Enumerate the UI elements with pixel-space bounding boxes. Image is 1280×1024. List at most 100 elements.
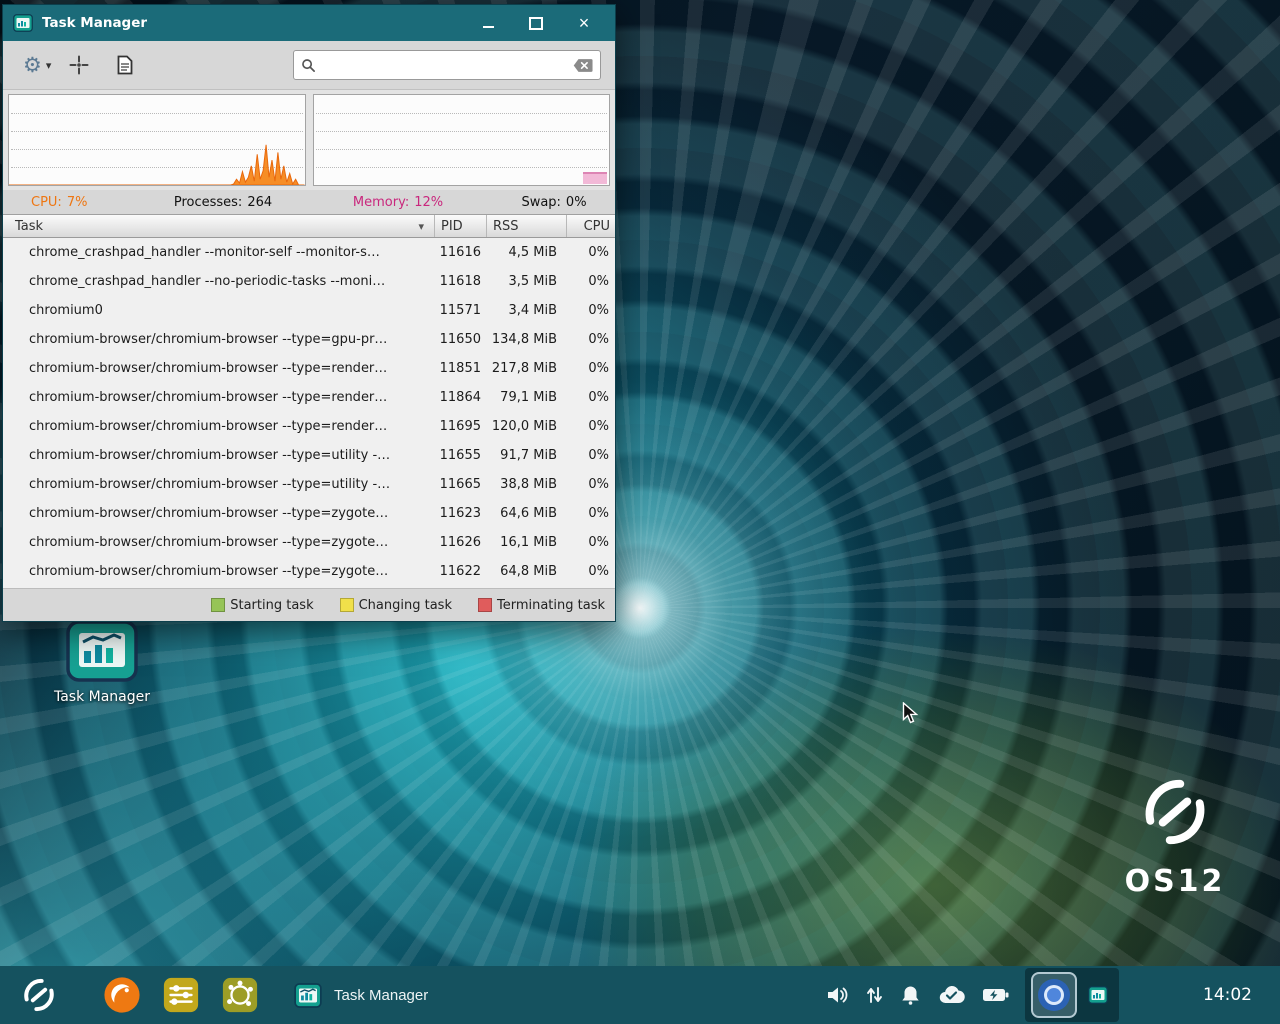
swap-status: Swap:0% <box>493 195 615 210</box>
task-row[interactable]: chromium0 11571 3,4 MiB 0% <box>3 296 615 325</box>
rss-cell: 4,5 MiB <box>487 238 567 267</box>
search-clear-button[interactable] <box>573 58 593 73</box>
system-tray <box>825 984 1009 1006</box>
task-cell: chromium-browser/chromium-browser --type… <box>3 325 435 354</box>
column-header-pid[interactable]: PID <box>435 215 487 237</box>
task-row[interactable]: chromium-browser/chromium-browser --type… <box>3 470 615 499</box>
bell-icon <box>900 984 921 1006</box>
task-row[interactable]: chromium-browser/chromium-browser --type… <box>3 528 615 557</box>
process-details-button[interactable] <box>115 53 135 77</box>
task-manager-icon <box>65 620 139 682</box>
cpu-cell: 0% <box>567 383 615 412</box>
task-cell: chromium-browser/chromium-browser --type… <box>3 499 435 528</box>
cpu-cell: 0% <box>567 267 615 296</box>
pid-cell: 11616 <box>435 238 487 267</box>
task-row[interactable]: chromium-browser/chromium-browser --type… <box>3 354 615 383</box>
maximize-button[interactable] <box>523 12 549 34</box>
os-logo-watermark: OS12 <box>1100 768 1250 899</box>
legend-changing-task: Changing task <box>340 598 452 613</box>
rss-cell: 38,8 MiB <box>487 470 567 499</box>
sliders-icon <box>162 976 200 1014</box>
tray-window-group <box>1025 968 1119 1022</box>
task-manager-icon <box>1088 986 1108 1004</box>
launcher-settings-button[interactable] <box>220 975 260 1015</box>
column-header-cpu[interactable]: CPU <box>567 215 615 237</box>
rss-cell: 3,5 MiB <box>487 267 567 296</box>
settings-button[interactable]: ⚙ <box>21 53 44 78</box>
window-titlebar[interactable]: Task Manager × <box>3 5 615 41</box>
minimize-icon <box>483 26 494 28</box>
pid-cell: 11665 <box>435 470 487 499</box>
rss-cell: 217,8 MiB <box>487 354 567 383</box>
cloud-sync-button[interactable] <box>938 985 965 1005</box>
processes-status: Processes:264 <box>143 195 303 210</box>
pid-cell: 11626 <box>435 528 487 557</box>
network-traffic-button[interactable] <box>866 985 883 1005</box>
legend: Starting task Changing task Terminating … <box>3 588 615 621</box>
volume-button[interactable] <box>825 984 849 1006</box>
chevron-down-icon: ▾ <box>46 59 52 72</box>
desktop-icon-label: Task Manager <box>54 689 150 705</box>
launcher-browser-button[interactable] <box>102 975 142 1015</box>
notifications-button[interactable] <box>900 984 921 1006</box>
status-bar: CPU:7% Processes:264 Memory:12% Swap:0% <box>3 190 615 214</box>
terminating-task-swatch <box>478 598 492 612</box>
task-row[interactable]: chrome_crashpad_handler --monitor-self -… <box>3 238 615 267</box>
task-row[interactable]: chromium-browser/chromium-browser --type… <box>3 325 615 354</box>
task-cell: chrome_crashpad_handler --no-periodic-ta… <box>3 267 435 296</box>
changing-task-swatch <box>340 598 354 612</box>
close-button[interactable]: × <box>571 12 597 34</box>
taskbar-window-button[interactable]: Task Manager <box>294 983 428 1008</box>
task-cell: chromium-browser/chromium-browser --type… <box>3 354 435 383</box>
rss-cell: 79,1 MiB <box>487 383 567 412</box>
os-watermark-text: OS12 <box>1100 864 1250 899</box>
task-row[interactable]: chromium-browser/chromium-browser --type… <box>3 383 615 412</box>
cpu-status: CPU:7% <box>3 195 143 210</box>
task-cell: chromium-browser/chromium-browser --type… <box>3 470 435 499</box>
column-header-rss[interactable]: RSS <box>487 215 567 237</box>
cpu-cell: 0% <box>567 325 615 354</box>
cpu-cell: 0% <box>567 441 615 470</box>
task-manager-tray-button[interactable] <box>1083 977 1113 1013</box>
chromium-tray-button[interactable] <box>1031 972 1077 1018</box>
task-row[interactable]: chromium-browser/chromium-browser --type… <box>3 499 615 528</box>
search-input[interactable] <box>322 57 567 74</box>
cpu-cell: 0% <box>567 557 615 586</box>
minimize-button[interactable] <box>475 12 501 34</box>
cpu-cell: 0% <box>567 528 615 557</box>
search-field[interactable] <box>293 50 601 80</box>
battery-button[interactable] <box>982 986 1009 1004</box>
launcher-mixer-button[interactable] <box>161 975 201 1015</box>
column-header-task[interactable]: Task ▾ <box>3 215 435 237</box>
taskbar: Task Manager <box>0 966 1280 1024</box>
sort-descending-icon: ▾ <box>418 220 424 233</box>
rss-cell: 134,8 MiB <box>487 325 567 354</box>
rss-cell: 3,4 MiB <box>487 296 567 325</box>
task-row[interactable]: chromium-browser/chromium-browser --type… <box>3 557 615 586</box>
cpu-cell: 0% <box>567 499 615 528</box>
taskbar-clock[interactable]: 14:02 <box>1203 985 1252 1005</box>
os-menu-button[interactable] <box>16 972 62 1018</box>
battery-icon <box>982 986 1009 1004</box>
task-row[interactable]: chromium-browser/chromium-browser --type… <box>3 441 615 470</box>
task-manager-window: Task Manager × ⚙ ▾ <box>2 4 616 622</box>
search-icon <box>301 58 316 73</box>
task-cell: chromium-browser/chromium-browser --type… <box>3 528 435 557</box>
pid-cell: 11655 <box>435 441 487 470</box>
table-header: Task ▾ PID RSS CPU <box>3 214 615 238</box>
os-swirl-icon <box>17 973 61 1017</box>
pid-cell: 11571 <box>435 296 487 325</box>
maximize-icon <box>529 17 543 30</box>
cpu-history-graph <box>8 94 306 186</box>
task-row[interactable]: chrome_crashpad_handler --no-periodic-ta… <box>3 267 615 296</box>
task-row[interactable]: chromium-browser/chromium-browser --type… <box>3 412 615 441</box>
crosshair-icon <box>69 55 89 75</box>
desktop-icon-task-manager[interactable]: Task Manager <box>34 620 170 705</box>
pick-window-button[interactable] <box>67 53 91 77</box>
dial-icon <box>221 976 259 1014</box>
task-cell: chromium0 <box>3 296 435 325</box>
memory-usage-block <box>583 172 607 184</box>
settings-dropdown-button[interactable]: ▾ <box>44 57 54 74</box>
pid-cell: 11622 <box>435 557 487 586</box>
task-table-body: chrome_crashpad_handler --monitor-self -… <box>3 238 615 588</box>
